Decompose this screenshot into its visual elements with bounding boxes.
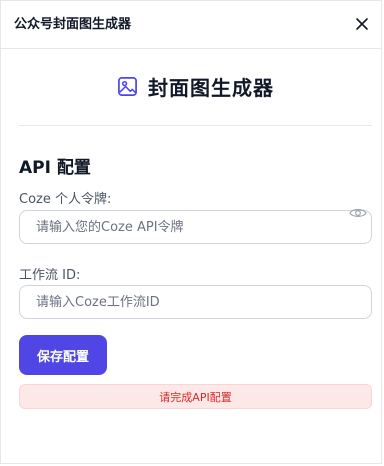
generator-panel: 公众号封面图生成器 封面图生成器 API 配置 Coze 个人令牌: 工作流 I…: [0, 0, 382, 464]
eye-icon[interactable]: [349, 206, 367, 220]
content-area: 封面图生成器 API 配置 Coze 个人令牌: 工作流 ID: 保存配置 请完…: [19, 48, 372, 409]
workflow-label: 工作流 ID:: [19, 268, 81, 283]
window-title: 公众号封面图生成器: [14, 17, 132, 32]
token-field: [19, 209, 372, 244]
hero-header: 封面图生成器: [19, 48, 372, 126]
workflow-field: [19, 285, 372, 319]
api-config-heading: API 配置: [19, 158, 91, 178]
token-input[interactable]: [36, 211, 336, 243]
workflow-input[interactable]: [36, 286, 336, 318]
token-label: Coze 个人令牌:: [19, 192, 112, 207]
title-bar: 公众号封面图生成器: [1, 1, 381, 49]
close-icon[interactable]: [353, 15, 371, 33]
page-title: 封面图生成器: [148, 76, 274, 100]
image-icon: [118, 77, 137, 96]
status-message: 请完成API配置: [19, 384, 372, 409]
save-config-button[interactable]: 保存配置: [19, 335, 107, 375]
